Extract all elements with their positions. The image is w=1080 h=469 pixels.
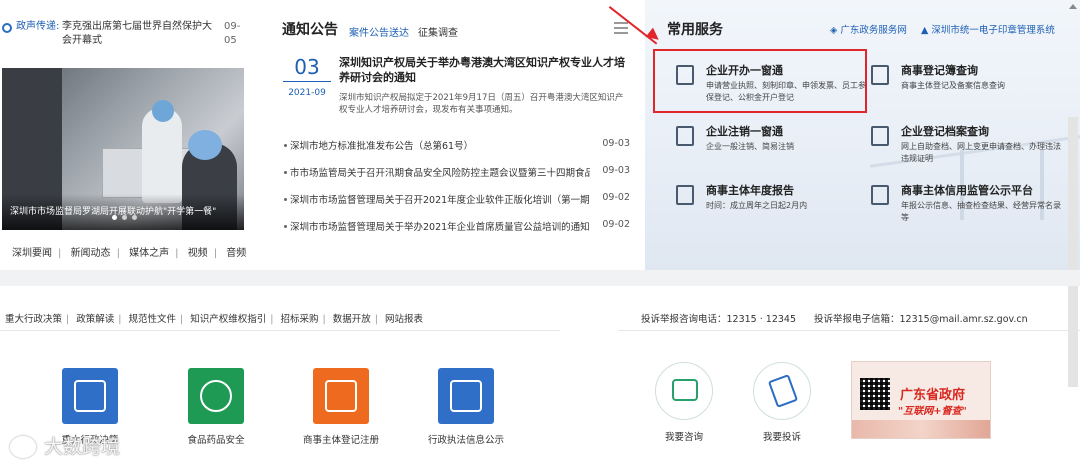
gd-supervision-banner[interactable]: 广东省政府 "互联网+督查" — [851, 361, 991, 439]
pen-icon — [767, 374, 799, 408]
archive-icon — [871, 126, 889, 146]
link-major-decisions[interactable]: 重大行政决策 — [5, 314, 62, 325]
featured-month: 2021-09 — [288, 88, 326, 98]
link-normative-docs[interactable]: 规范性文件 — [129, 314, 177, 325]
report-icon — [676, 185, 694, 205]
more-menu-icon[interactable] — [614, 22, 628, 37]
complaint-hotline: 投诉举报咨询电话：12315 · 12345 — [641, 314, 797, 325]
list-item[interactable]: 深圳市地方标准批准发布公告（总第61号） 09-03 — [284, 138, 634, 152]
tab-news-1[interactable]: 深圳要闻 — [12, 248, 52, 259]
section-divider — [0, 270, 1080, 286]
footer-links: 重大行政决策 | 政策解读 | 规范性文件 | 知识产权维权指引 | 招标采购 | 数据开… — [5, 314, 424, 325]
ticker-text[interactable]: 李克强出席第七届世界自然保护大会开幕式 — [62, 20, 212, 48]
carousel-dot[interactable] — [132, 215, 137, 220]
carousel-dots[interactable] — [112, 205, 142, 224]
consult-button[interactable] — [655, 362, 713, 420]
carousel-dot[interactable] — [122, 215, 127, 220]
link-ip-rights[interactable]: 知识产权维权指引 — [190, 314, 266, 325]
tab-case-notices[interactable]: 案件公告送达 — [349, 24, 409, 39]
scroll-up-icon[interactable] — [1069, 4, 1077, 9]
tile-enforcement-info[interactable] — [438, 368, 494, 424]
link-policy-interpretation[interactable]: 政策解读 — [76, 314, 114, 325]
fda-icon — [200, 380, 232, 412]
card-icon — [325, 380, 357, 412]
tab-survey[interactable]: 征集调查 — [418, 24, 458, 39]
ticker-date: 09-05 — [224, 21, 241, 46]
photo-carousel[interactable]: 深圳市市场监督局罗湖局开展联动护航"开学第一餐" — [2, 68, 244, 230]
people-icon — [74, 380, 106, 412]
notice-title[interactable]: 通知公告 — [282, 19, 338, 39]
left-news-tabs: 深圳要闻 | 新闻动态 | 媒体之声 | 视频 | 音频 — [12, 248, 247, 259]
list-item[interactable]: 市市场监管局关于召开汛期食品安全风险防控主题会议暨第三十四期食品安全 09-03 — [284, 165, 634, 179]
services-title: 常用服务 — [667, 22, 723, 38]
badge-icon — [450, 380, 482, 412]
speaker-icon — [2, 23, 12, 33]
link-procurement[interactable]: 招标采购 — [281, 314, 319, 325]
complaint-email: 投诉举报电子信箱：12315@mail.amr.sz.gov.cn — [814, 314, 1028, 325]
tile-label[interactable]: 商事主体登记注册 — [295, 432, 387, 446]
consult-label[interactable]: 我要咨询 — [646, 429, 722, 443]
gd-gov-link[interactable]: ◈ 广东政务服务网 — [830, 22, 907, 36]
scrollbar[interactable] — [1068, 117, 1078, 387]
tile-label[interactable]: 食品药品安全 — [174, 432, 258, 446]
tile-business-registration[interactable] — [313, 368, 369, 424]
featured-summary: 深圳市知识产权局拟定于2021年9月17日（周五）召开粤港澳大湾区知识产权专业人… — [339, 93, 624, 115]
tab-news-3[interactable]: 媒体之声 — [129, 248, 169, 259]
power-doc-icon — [676, 126, 694, 146]
tile-label[interactable]: 行政执法信息公示 — [420, 432, 512, 446]
tile-major-decisions[interactable] — [62, 368, 118, 424]
watermark: 大数跨境 — [44, 436, 121, 458]
list-item[interactable]: 深圳市市场监督管理局关于召开2021年度企业软件正版化培训（第一期）的通知 09… — [284, 192, 634, 206]
watermark-logo-icon — [10, 436, 36, 458]
list-item[interactable]: 深圳市市场监督管理局关于举办2021年企业首席质量官公益培训的通知 09-02 — [284, 219, 634, 233]
complain-label[interactable]: 我要投诉 — [744, 429, 820, 443]
ticker-label: 政声传递: — [16, 21, 60, 32]
featured-day: 03 — [283, 55, 331, 82]
qr-code-icon — [860, 378, 890, 410]
tab-news-4[interactable]: 视频 — [188, 248, 208, 259]
tile-food-drug[interactable] — [188, 368, 244, 424]
chat-icon — [672, 379, 698, 401]
search-doc-icon — [871, 65, 889, 85]
carousel-dot[interactable] — [112, 215, 117, 220]
highlight-box — [653, 49, 867, 113]
tab-news-2[interactable]: 新闻动态 — [71, 248, 111, 259]
complain-button[interactable] — [753, 362, 811, 420]
link-open-data[interactable]: 数据开放 — [333, 314, 371, 325]
featured-title[interactable]: 深圳知识产权局关于举办粤港澳大湾区知识产权专业人才培养研讨会的通知 — [339, 55, 631, 85]
shield-house-icon — [871, 185, 889, 205]
tab-news-5[interactable]: 音频 — [226, 248, 246, 259]
e-seal-link[interactable]: ▲ 深圳市统一电子印章管理系统 — [921, 22, 1055, 36]
featured-date: 03 2021-09 — [283, 55, 331, 98]
link-site-report[interactable]: 网站报表 — [385, 314, 423, 325]
